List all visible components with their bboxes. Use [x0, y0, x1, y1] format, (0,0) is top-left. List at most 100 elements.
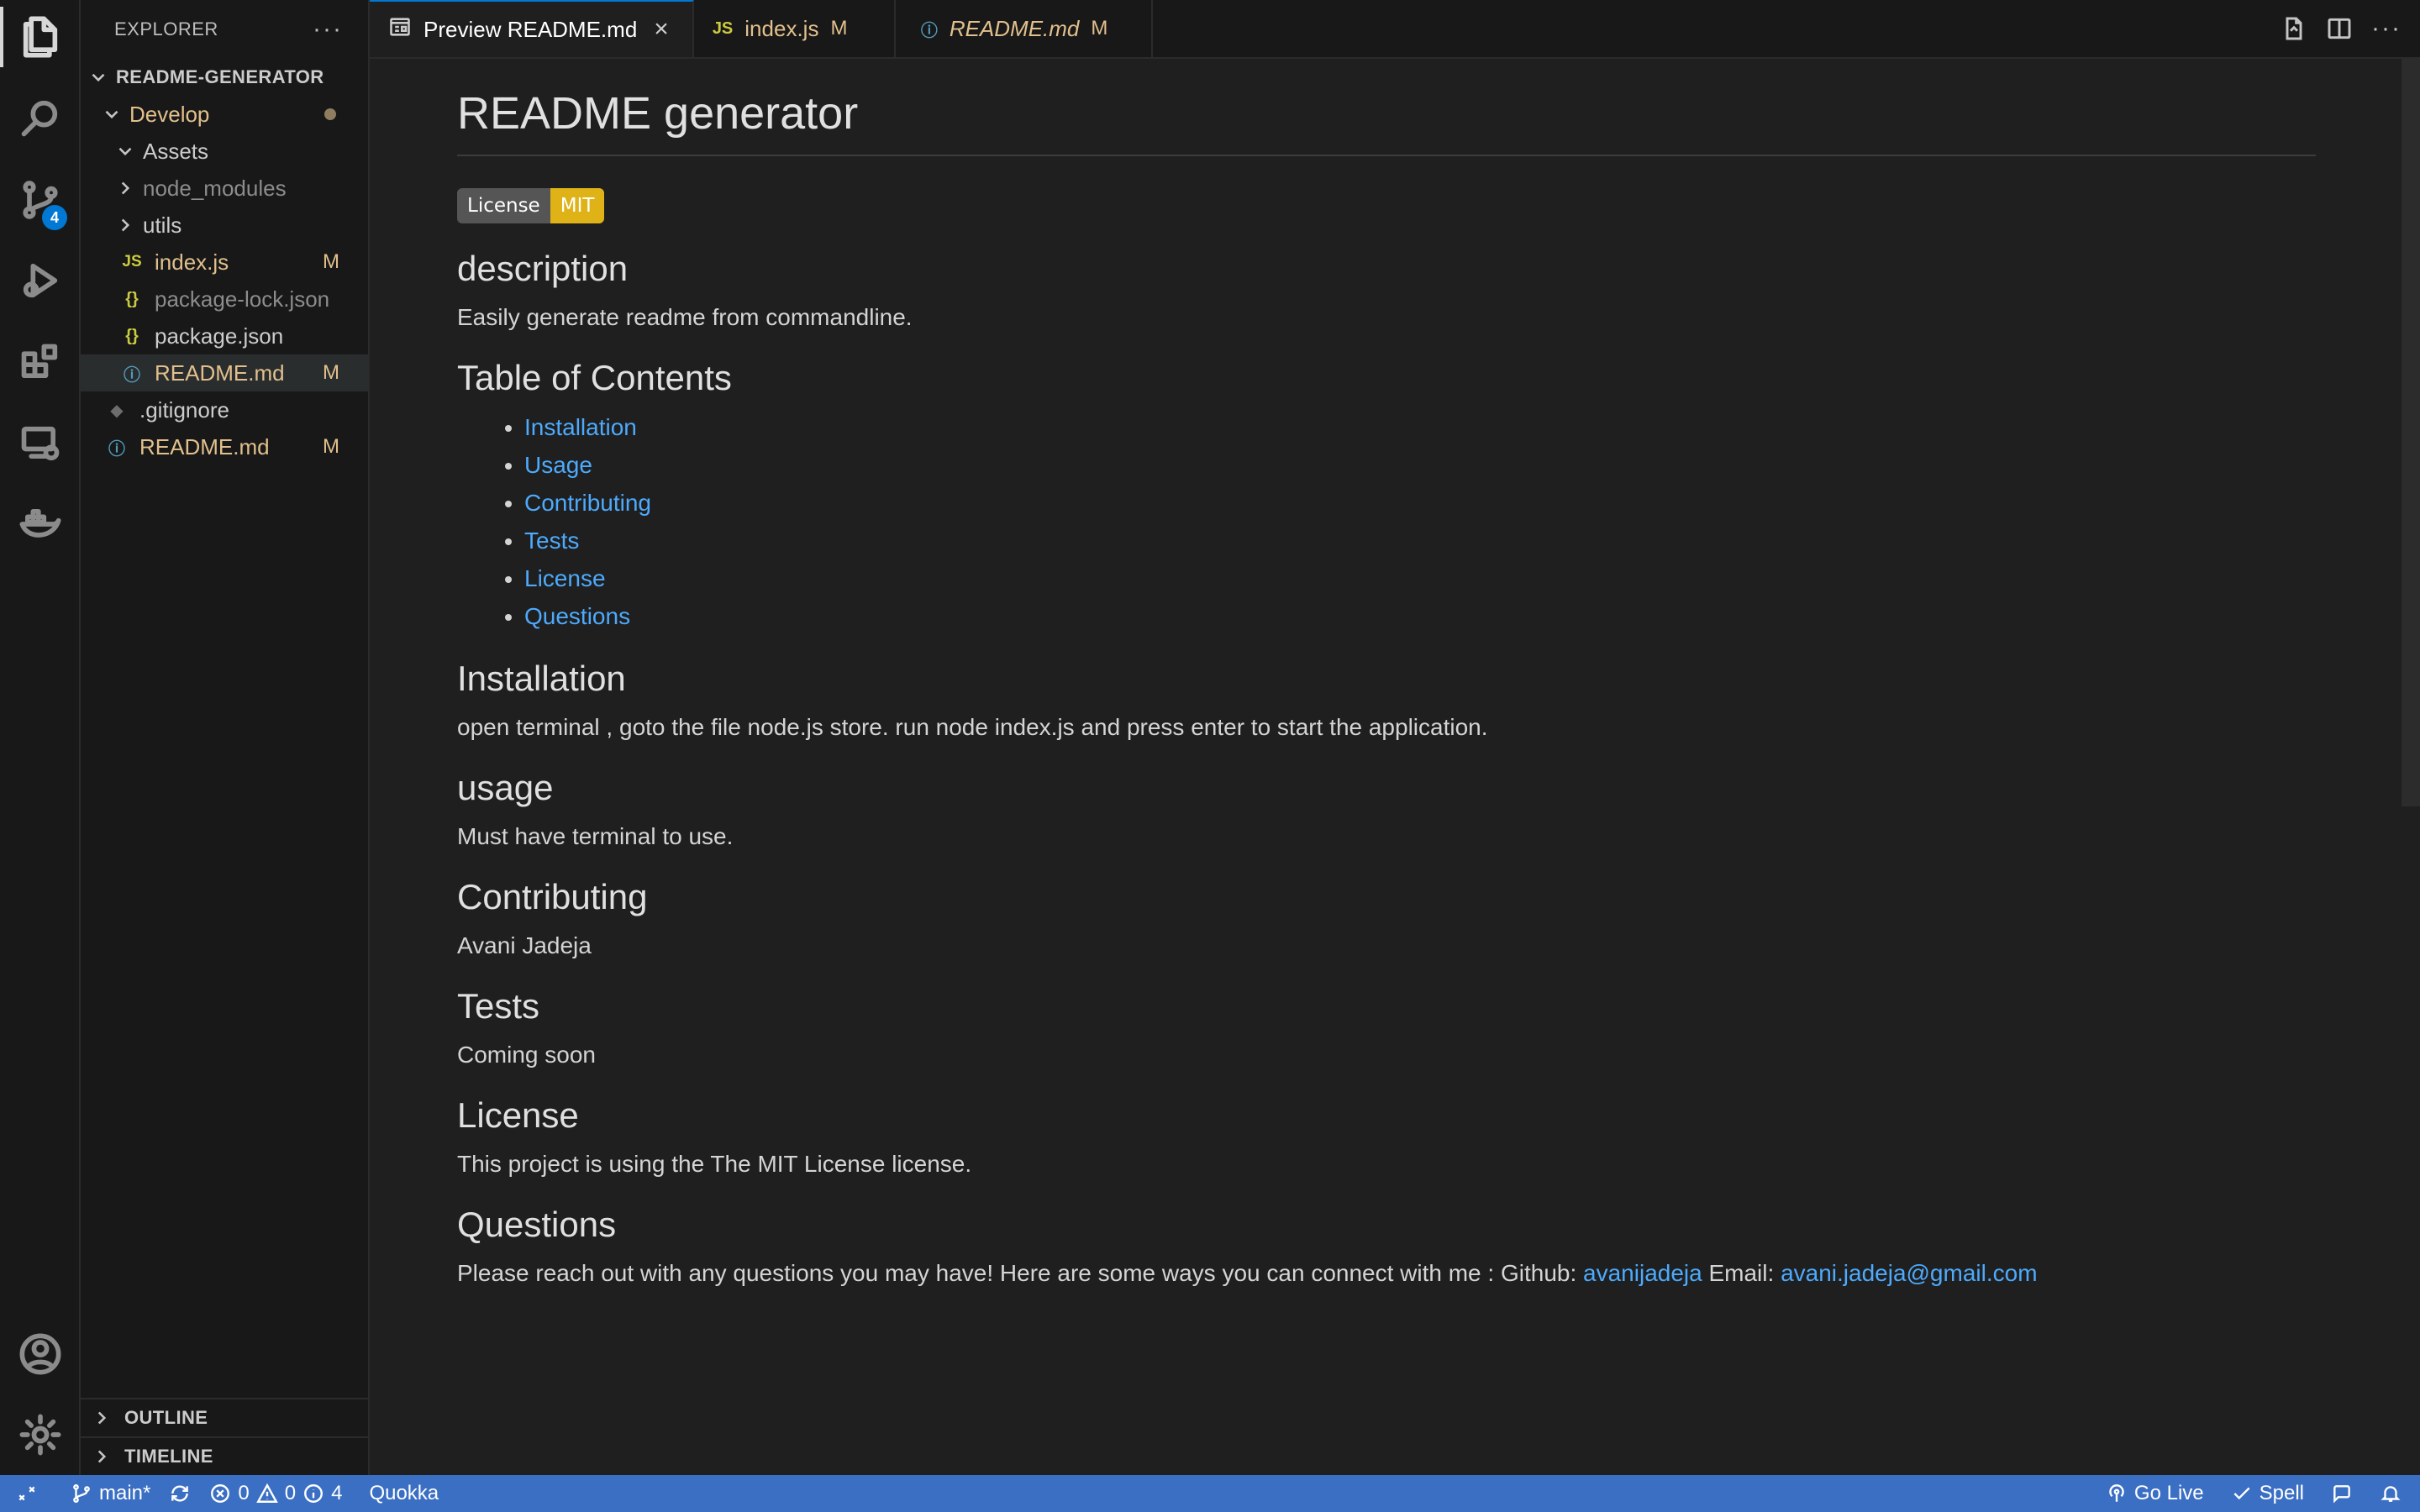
preview-icon: [388, 15, 412, 44]
info-file-icon: ⓘ: [124, 365, 140, 385]
timeline-label: TIMELINE: [124, 1446, 213, 1467]
tab-index-js[interactable]: JS index.js M: [694, 0, 896, 57]
file-package-json-label: package.json: [155, 323, 284, 349]
list-item: Usage: [524, 446, 2316, 484]
toc-link-questions[interactable]: Questions: [524, 603, 630, 629]
problems-indicator[interactable]: 0 0 4: [209, 1482, 342, 1505]
folder-assets[interactable]: Assets: [81, 133, 368, 170]
spell-button[interactable]: Spell: [2231, 1482, 2304, 1505]
tab-actions: ···: [2281, 0, 2402, 57]
scrollbar-thumb[interactable]: [2402, 59, 2420, 806]
markdown-preview[interactable]: README generator License MIT description…: [370, 59, 2420, 1475]
email-label: Email:: [1708, 1260, 1775, 1286]
list-item: Contributing: [524, 484, 2316, 522]
contributing-text: Avani Jadeja: [457, 932, 592, 958]
open-source-icon[interactable]: [2281, 15, 2307, 42]
toc-link-usage[interactable]: Usage: [524, 452, 592, 478]
chevron-down-icon: [87, 66, 109, 88]
javascript-file-icon: JS: [712, 18, 734, 38]
email-link[interactable]: avani.jadeja@gmail.com: [1781, 1260, 2037, 1286]
file-readme-root[interactable]: ⓘ README.md M: [81, 428, 368, 465]
folder-assets-label: Assets: [143, 138, 209, 164]
feedback-icon: [2333, 1485, 2350, 1504]
folder-develop[interactable]: Develop: [81, 96, 368, 133]
toc-link-installation[interactable]: Installation: [524, 414, 637, 440]
feedback-button[interactable]: [2331, 1483, 2353, 1504]
chevron-down-icon: [101, 103, 123, 125]
github-link[interactable]: avanijadeja: [1583, 1260, 1702, 1286]
modified-badge: M: [323, 250, 339, 273]
branch-name: main*: [99, 1482, 151, 1504]
installation-heading: Installation: [457, 659, 626, 698]
chevron-right-icon: [91, 1407, 113, 1429]
extensions-icon[interactable]: [0, 326, 81, 400]
warning-count: 0: [284, 1482, 297, 1504]
file-readme-develop-label: README.md: [155, 360, 285, 386]
contributing-heading: Contributing: [457, 877, 648, 916]
license-badge-right: MIT: [550, 188, 605, 223]
file-readme-root-label: README.md: [139, 433, 270, 459]
outline-section[interactable]: OUTLINE: [81, 1398, 368, 1436]
go-live-button[interactable]: Go Live: [2106, 1482, 2204, 1505]
file-index-js[interactable]: JS index.js M: [81, 244, 368, 281]
settings-gear-icon[interactable]: [0, 1398, 81, 1472]
editor-tabs: Preview README.md × JS index.js M ⓘ READ…: [370, 0, 2420, 59]
folder-develop-label: Develop: [129, 101, 210, 127]
sync-button[interactable]: [169, 1483, 191, 1504]
activity-bar: 4: [0, 0, 81, 1475]
file-package-json[interactable]: {} package.json: [81, 318, 368, 354]
file-index-js-label: index.js: [155, 249, 229, 275]
explorer-more-icon[interactable]: ···: [313, 15, 343, 44]
modified-dot-icon: [324, 108, 336, 120]
folder-utils[interactable]: utils: [81, 207, 368, 244]
list-item: Questions: [524, 597, 2316, 635]
javascript-file-icon: JS: [122, 253, 142, 270]
tab-readme-md[interactable]: ⓘ README.md M: [896, 0, 1153, 57]
folder-node-modules[interactable]: node_modules: [81, 170, 368, 207]
more-actions-icon[interactable]: ···: [2371, 14, 2402, 43]
tab-preview-readme[interactable]: Preview README.md ×: [370, 0, 694, 57]
toc-link-contributing[interactable]: Contributing: [524, 490, 651, 516]
timeline-section[interactable]: TIMELINE: [81, 1436, 368, 1475]
tests-heading: Tests: [457, 986, 540, 1026]
quokka-label: Quokka: [369, 1482, 439, 1504]
close-icon[interactable]: ×: [654, 15, 669, 44]
json-file-icon: {}: [125, 289, 139, 308]
run-debug-icon[interactable]: [0, 244, 81, 318]
info-count: 4: [331, 1482, 343, 1504]
questions-text: Please reach out with any questions you …: [457, 1260, 1577, 1286]
warning-icon: [255, 1483, 278, 1503]
quokka-button[interactable]: Quokka: [369, 1482, 439, 1505]
toc-link-license[interactable]: License: [524, 565, 606, 591]
questions-paragraph: Please reach out with any questions you …: [457, 1260, 2316, 1287]
source-control-icon[interactable]: 4: [0, 163, 81, 237]
branch-indicator[interactable]: main*: [71, 1482, 150, 1505]
description-text: Easily generate readme from commandline.: [457, 304, 913, 330]
modified-badge: M: [323, 361, 339, 384]
check-icon: [2233, 1487, 2250, 1500]
project-root[interactable]: README-GENERATOR: [81, 59, 368, 96]
tab-label: README.md: [949, 15, 1080, 41]
split-editor-icon[interactable]: [2326, 15, 2353, 42]
explorer-sidebar: EXPLORER ··· README-GENERATOR Develop As…: [81, 0, 370, 1475]
questions-heading: Questions: [457, 1205, 617, 1244]
file-readme-develop[interactable]: ⓘ README.md M: [81, 354, 368, 391]
toc-link-tests[interactable]: Tests: [524, 528, 579, 554]
git-file-icon: ◆: [110, 401, 124, 420]
file-gitignore-label: .gitignore: [139, 396, 229, 423]
license-badge-left: License: [457, 188, 550, 223]
git-branch-icon: [73, 1484, 90, 1503]
page-title: README generator: [457, 87, 2316, 156]
remote-explorer-icon[interactable]: [0, 407, 81, 480]
accounts-icon[interactable]: [0, 1317, 81, 1391]
explorer-icon[interactable]: [0, 0, 81, 74]
search-icon[interactable]: [0, 81, 81, 155]
docker-icon[interactable]: [0, 487, 81, 561]
notifications-button[interactable]: [2380, 1483, 2402, 1504]
remote-icon: [18, 1486, 35, 1501]
toc-heading: Table of Contents: [457, 358, 732, 397]
file-package-lock[interactable]: {} package-lock.json: [81, 281, 368, 318]
error-icon: [211, 1484, 230, 1503]
file-gitignore[interactable]: ◆ .gitignore: [81, 391, 368, 428]
remote-indicator[interactable]: [0, 1475, 54, 1512]
